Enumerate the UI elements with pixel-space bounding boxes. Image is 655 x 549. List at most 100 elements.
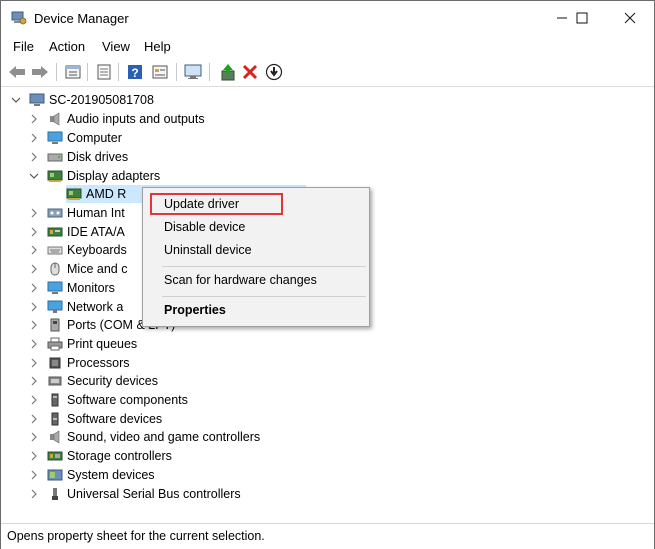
status-bar: Opens property sheet for the current sel… [1, 523, 654, 549]
menu-action[interactable]: Action [49, 39, 85, 54]
help-button[interactable]: ? [125, 62, 145, 82]
ctx-disable-device[interactable]: Disable device [164, 220, 245, 234]
speaker-icon [47, 112, 63, 126]
properties-button[interactable] [94, 62, 114, 82]
menu-help[interactable]: Help [144, 39, 171, 54]
tree-category-label: Computer [67, 131, 122, 145]
details-button[interactable] [150, 62, 170, 82]
tree-category-row[interactable]: Mice and c [29, 260, 127, 278]
tree-category-row[interactable]: Human Int [29, 204, 125, 222]
device-view-button[interactable] [63, 62, 83, 82]
chevron-right-icon[interactable] [29, 335, 39, 353]
ctx-uninstall-device[interactable]: Uninstall device [164, 243, 252, 257]
chevron-right-icon[interactable] [29, 466, 39, 484]
title-bar: Device Manager [1, 1, 654, 35]
toolbar-separator [56, 63, 57, 81]
menu-file[interactable]: File [13, 39, 34, 54]
printer-icon [47, 337, 63, 351]
tree-category-row[interactable]: Keyboards [29, 241, 127, 259]
system-icon [47, 468, 63, 482]
chevron-right-icon[interactable] [29, 110, 39, 128]
tree-category-label: Human Int [67, 206, 125, 220]
tree-category-row[interactable]: Print queues [29, 335, 137, 353]
tree-category-label: Universal Serial Bus controllers [67, 487, 241, 501]
scan-monitor-button[interactable] [183, 62, 203, 82]
toolbar: ? [1, 58, 654, 87]
tree-category-row[interactable]: Computer [29, 129, 122, 147]
tree-category-label: Print queues [67, 337, 138, 351]
chevron-right-icon[interactable] [29, 316, 39, 334]
tree-category-label: Network a [67, 300, 124, 314]
device-view-icon [65, 65, 81, 79]
chevron-right-icon[interactable] [29, 485, 39, 503]
tree-category-label: Monitors [67, 281, 115, 295]
tree-category-label: System devices [67, 468, 155, 482]
chevron-right-icon[interactable] [29, 279, 39, 297]
toolbar-separator [118, 63, 119, 81]
tree-category-label: Disk drives [67, 150, 129, 164]
tree-category-row[interactable]: Audio inputs and outputs [29, 110, 205, 128]
chevron-right-icon[interactable] [29, 298, 39, 316]
chevron-right-icon[interactable] [29, 372, 39, 390]
tree-category-row[interactable]: System devices [29, 466, 155, 484]
tree-device-label: AMD R [86, 187, 127, 201]
close-button[interactable] [607, 1, 653, 35]
chevron-right-icon[interactable] [29, 241, 39, 259]
chevron-right-icon[interactable] [29, 391, 39, 409]
tree-category-row[interactable]: IDE ATA/A [29, 223, 125, 241]
tree-category-row[interactable]: Disk drives [29, 148, 128, 166]
chevron-right-icon[interactable] [29, 223, 39, 241]
monitor-icon [47, 281, 63, 295]
disable-toolbar-button[interactable] [264, 62, 284, 82]
display-adapter-icon [66, 187, 82, 201]
toolbar-separator [87, 63, 88, 81]
chevron-right-icon[interactable] [29, 129, 39, 147]
chevron-right-icon[interactable] [29, 428, 39, 446]
chevron-right-icon[interactable] [29, 410, 39, 428]
back-button[interactable] [7, 62, 27, 82]
chevron-right-icon[interactable] [29, 148, 39, 166]
device-manager-window: Device Manager File Action View Help ? S… [0, 0, 655, 549]
uninstall-toolbar-button[interactable] [240, 62, 260, 82]
ctx-separator [162, 266, 366, 267]
update-driver-toolbar-button[interactable] [218, 62, 238, 82]
forward-button[interactable] [30, 62, 50, 82]
tree-category-row[interactable]: Network a [29, 298, 123, 316]
storage-icon [47, 449, 63, 463]
status-text: Opens property sheet for the current sel… [7, 529, 265, 543]
tree-category-label: Software devices [67, 412, 163, 426]
tree-root-row[interactable]: SC-201905081708 [11, 91, 154, 109]
chevron-right-icon[interactable] [29, 260, 39, 278]
tree-category-row[interactable]: Monitors [29, 279, 115, 297]
ctx-scan-hardware[interactable]: Scan for hardware changes [164, 273, 317, 287]
maximize-button[interactable] [559, 1, 605, 35]
mouse-icon [47, 262, 63, 276]
chevron-down-icon[interactable] [29, 167, 39, 185]
chevron-right-icon[interactable] [29, 354, 39, 372]
download-icon [265, 63, 283, 81]
tree-category-label: Storage controllers [67, 449, 172, 463]
ctx-update-driver[interactable]: Update driver [164, 197, 239, 211]
menu-bar: File Action View Help [1, 35, 654, 57]
chevron-right-icon[interactable] [29, 447, 39, 465]
context-menu: Update driver Disable device Uninstall d… [142, 187, 370, 327]
tree-category-row[interactable]: Display adapters [29, 167, 160, 185]
tree-category-row[interactable]: Security devices [29, 372, 158, 390]
menu-view[interactable]: View [102, 39, 130, 54]
window-title: Device Manager [34, 11, 129, 26]
ide-icon [47, 225, 63, 239]
chevron-down-icon[interactable] [11, 91, 21, 109]
maximize-icon [576, 12, 588, 24]
tree-category-row[interactable]: Universal Serial Bus controllers [29, 485, 241, 503]
tree-category-row[interactable]: Storage controllers [29, 447, 172, 465]
tree-category-row[interactable]: Sound, video and game controllers [29, 428, 260, 446]
software-device-icon [47, 412, 63, 426]
tree-category-row[interactable]: Processors [29, 354, 130, 372]
chevron-right-icon[interactable] [29, 204, 39, 222]
tree-category-row[interactable]: Software devices [29, 410, 162, 428]
tree-category-row[interactable]: Software components [29, 391, 188, 409]
tree-category-label: Keyboards [67, 243, 127, 257]
keyboard-icon [47, 243, 63, 257]
help-icon: ? [128, 65, 142, 80]
ctx-properties[interactable]: Properties [164, 303, 226, 317]
